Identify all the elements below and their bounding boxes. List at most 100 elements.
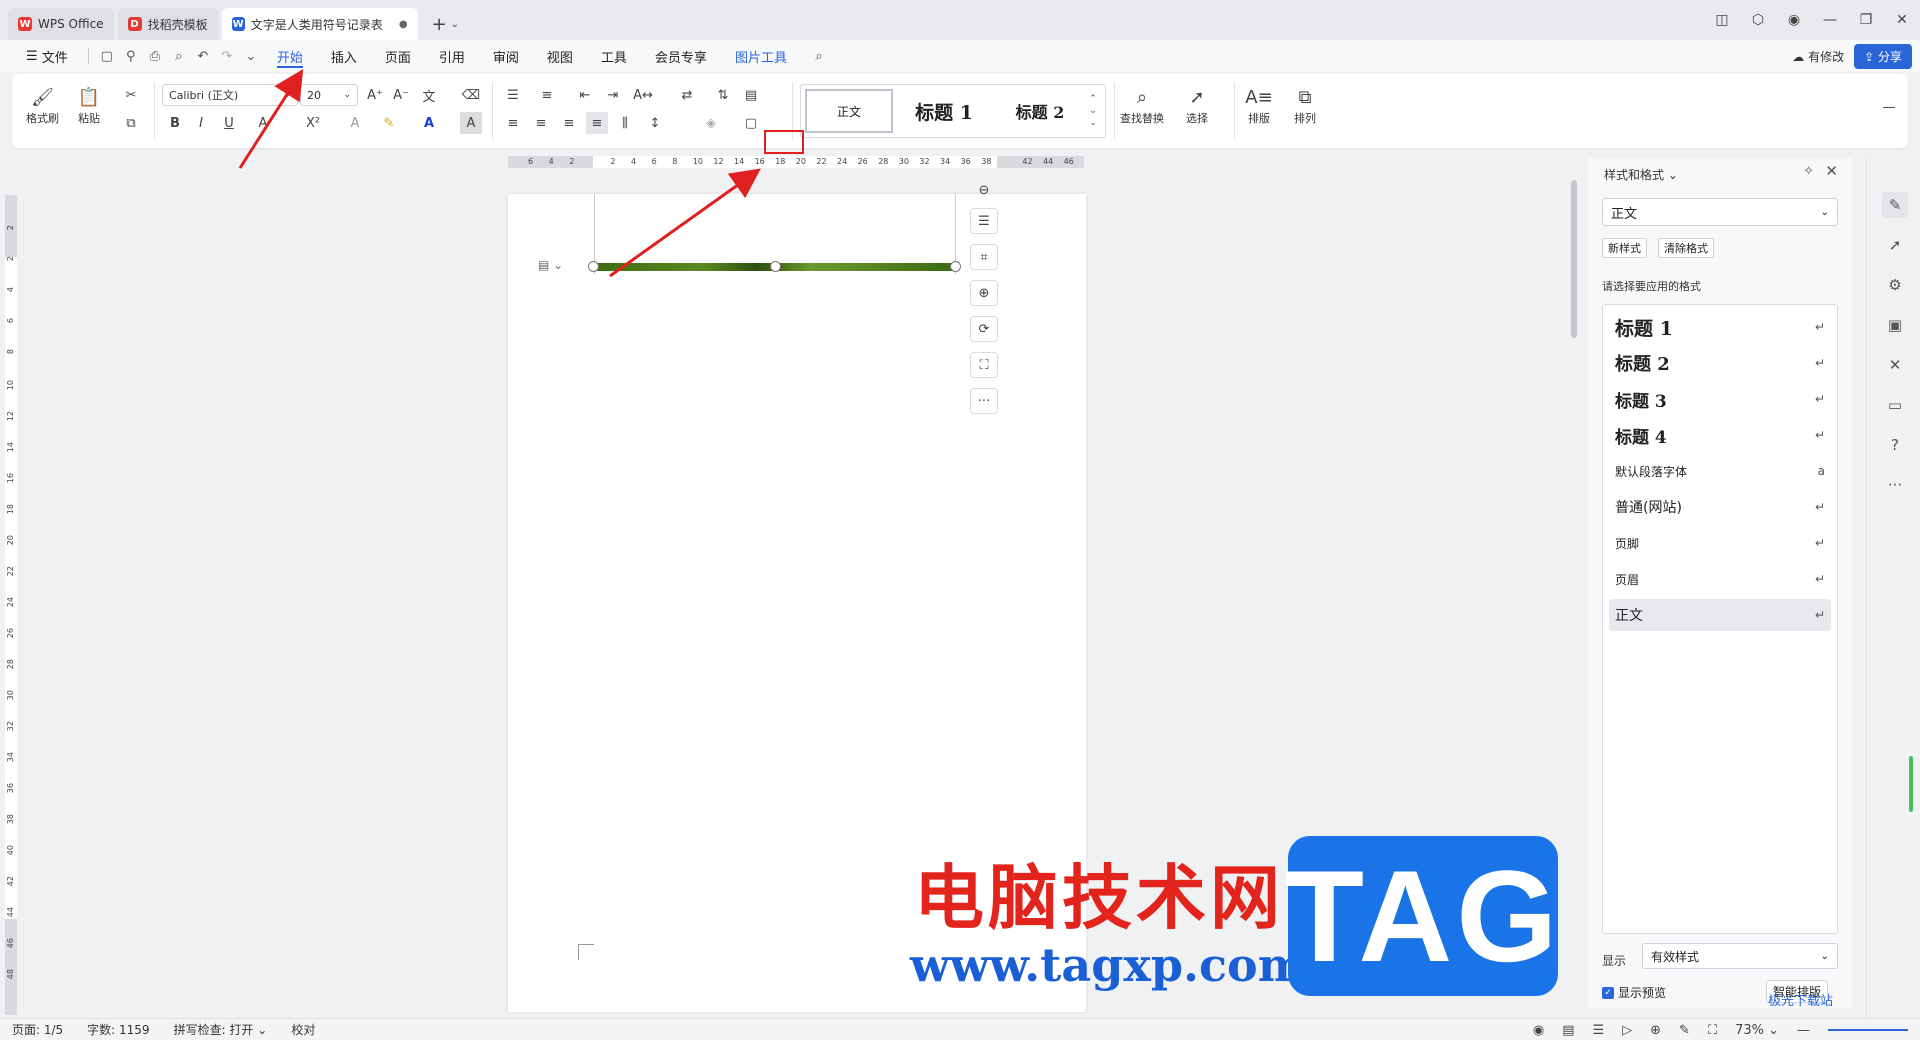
extract-icon[interactable]: ⛶ [970, 352, 998, 378]
menu-home[interactable]: 开始 [263, 40, 317, 72]
display-select[interactable]: 有效样式 ⌄ [1642, 943, 1838, 969]
print-preview-icon[interactable]: ⌕ [167, 44, 191, 68]
bold-icon[interactable]: B [164, 112, 186, 134]
clear-format-button[interactable]: 清除格式 [1658, 238, 1714, 258]
format-painter-button[interactable]: 🖌 格式刷 [26, 84, 59, 126]
align-left-icon[interactable]: ≡ [502, 112, 524, 134]
menu-review[interactable]: 审阅 [479, 40, 533, 72]
arrange-button[interactable]: ⧉ 排列 [1292, 84, 1318, 126]
resize-handle[interactable] [770, 261, 781, 272]
style-item-footer[interactable]: 页脚 ↵ [1609, 527, 1831, 559]
select-cursor-icon[interactable]: ➚ [1882, 232, 1908, 258]
menu-insert[interactable]: 插入 [317, 40, 371, 72]
wrap-text-icon[interactable]: ☰ [970, 208, 998, 234]
style-item-header[interactable]: 页眉 ↵ [1609, 563, 1831, 595]
menu-picture-tools[interactable]: 图片工具 [721, 40, 801, 72]
style-item-web[interactable]: 普通(网站) ↵ [1609, 491, 1831, 523]
collapse-toolbar-icon[interactable]: ⊖ [974, 180, 994, 200]
menu-view[interactable]: 视图 [533, 40, 587, 72]
chevron-down-icon[interactable]: ⌄ [1089, 106, 1097, 116]
page-view-icon[interactable]: ▤ [1562, 1023, 1574, 1038]
horizontal-ruler[interactable]: 6 4 2 2 4 6 8 10 12 14 16 18 20 22 24 26 28 30 32 34 36 38 42 4… [508, 156, 1084, 168]
collapse-ribbon-icon[interactable]: — [1878, 96, 1900, 118]
zoom-level[interactable]: 73% ⌄ [1735, 1023, 1779, 1038]
decrease-font-icon[interactable]: A⁻ [390, 84, 412, 106]
crop-icon[interactable]: ⌗ [970, 244, 998, 270]
zoom-slider[interactable] [1828, 1029, 1908, 1031]
pen-icon[interactable]: ✎ [1679, 1023, 1690, 1038]
word-count[interactable]: 字数: 1159 [75, 1021, 161, 1038]
scroll-indicator[interactable] [1909, 756, 1913, 812]
style-item-heading-4[interactable]: 标题 4 ↵ [1609, 419, 1831, 451]
rotate-icon[interactable]: ⟳ [970, 316, 998, 342]
style-scroll[interactable]: ⌃ ⌄ ⌄ [1085, 94, 1101, 128]
copy-icon[interactable]: ⧉ [120, 112, 142, 134]
style-heading-2[interactable]: 标题 2 [995, 89, 1085, 133]
redo-icon[interactable]: ↷ [215, 44, 239, 68]
close-icon[interactable]: ✕ [1884, 12, 1920, 28]
outline-view-icon[interactable]: ☰ [1592, 1023, 1604, 1038]
strikethrough-icon[interactable]: A [252, 112, 274, 134]
edit-pen-icon[interactable]: ✎ [1882, 192, 1908, 218]
settings-sliders-icon[interactable]: ⚙ [1882, 272, 1908, 298]
ruler-icon[interactable]: ▤ [740, 84, 762, 106]
tab-wps-office[interactable]: W WPS Office [8, 8, 114, 40]
sort-icon[interactable]: ⇅ [712, 84, 734, 106]
chevron-up-icon[interactable]: ⌃ [1089, 94, 1097, 104]
new-tab-button[interactable]: + ⌄ [422, 8, 469, 40]
play-icon[interactable]: ▷ [1622, 1023, 1632, 1038]
tab-close-icon[interactable]: ● [399, 19, 408, 30]
menu-references[interactable]: 引用 [425, 40, 479, 72]
show-preview-checkbox[interactable]: ✓ 显示预览 [1602, 984, 1666, 1001]
style-item-normal[interactable]: 正文 ↵ [1609, 599, 1831, 631]
tab-template[interactable]: D 找稻壳模板 [117, 8, 218, 40]
layout-button[interactable]: A≡ 排版 [1245, 84, 1272, 126]
align-right-icon[interactable]: ≡ [558, 112, 580, 134]
zoom-in-icon[interactable]: ⊕ [970, 280, 998, 306]
more-dropdown-icon[interactable]: ⌄ [239, 44, 263, 68]
panel-title[interactable]: 样式和格式 ⌄ [1604, 166, 1678, 183]
modified-status[interactable]: ☁ 有修改 [1792, 48, 1844, 65]
menu-vip[interactable]: 会员专享 [641, 40, 721, 72]
zoom-out-icon[interactable]: — [1797, 1023, 1810, 1038]
increase-indent-icon[interactable]: ⇥ [602, 84, 624, 106]
pin-icon[interactable]: ⚲ [119, 44, 143, 68]
char-shading-icon[interactable]: A [460, 112, 482, 134]
phonetic-icon[interactable]: 文 [418, 84, 440, 106]
share-button[interactable]: ⇪ 分享 [1854, 44, 1912, 69]
border-icon[interactable]: ▢ [740, 112, 762, 134]
more-icon[interactable]: ··· [970, 388, 998, 414]
search-icon[interactable]: ⌕ [807, 44, 831, 68]
font-size-select[interactable]: 20 ⌄ [300, 84, 358, 106]
eye-icon[interactable]: ◉ [1533, 1023, 1544, 1038]
close-icon[interactable]: ✕ [1825, 162, 1838, 180]
image-edit-icon[interactable]: ▣ [1882, 312, 1908, 338]
cut-icon[interactable]: ✂ [120, 84, 142, 106]
fit-icon[interactable]: ⛶ [1708, 1023, 1717, 1038]
paste-button[interactable]: 📋 粘贴 [76, 84, 102, 126]
shading-icon[interactable]: ◈ [700, 112, 722, 134]
restore-icon[interactable]: ❐ [1848, 12, 1884, 28]
proofread-button[interactable]: 校对 [279, 1021, 327, 1038]
web-view-icon[interactable]: ⊕ [1650, 1023, 1661, 1038]
vertical-scrollbar[interactable] [1568, 158, 1580, 1018]
spellcheck-toggle[interactable]: 拼写检查: 打开 ⌄ [162, 1021, 280, 1038]
pin-icon[interactable]: ✧ [1803, 164, 1814, 179]
expand-icon[interactable]: ⌄ [1089, 118, 1097, 128]
style-heading-1[interactable]: 标题 1 [893, 89, 995, 133]
tab-document[interactable]: W 文字是人类用符号记录表达信息以 ● [221, 8, 418, 40]
menu-file[interactable]: ☰ 文件 [12, 40, 82, 72]
book-icon[interactable]: ▭ [1882, 392, 1908, 418]
resize-handle[interactable] [950, 261, 961, 272]
print-icon[interactable]: ⎙ [143, 44, 167, 68]
style-normal[interactable]: 正文 [805, 89, 893, 133]
style-item-default-font[interactable]: 默认段落字体 a [1609, 455, 1831, 487]
new-style-button[interactable]: 新样式 [1602, 238, 1647, 258]
find-replace-button[interactable]: ⌕ 查找替换 [1120, 84, 1164, 126]
current-style-select[interactable]: 正文 ⌄ [1602, 198, 1838, 226]
style-item-heading-1[interactable]: 标题 1 ↵ [1609, 311, 1831, 343]
resize-handle[interactable] [588, 261, 599, 272]
menu-page[interactable]: 页面 [371, 40, 425, 72]
layout-options-icon[interactable]: ▤ ⌄ [538, 258, 563, 272]
text-direction-icon[interactable]: ⇄ [676, 84, 698, 106]
